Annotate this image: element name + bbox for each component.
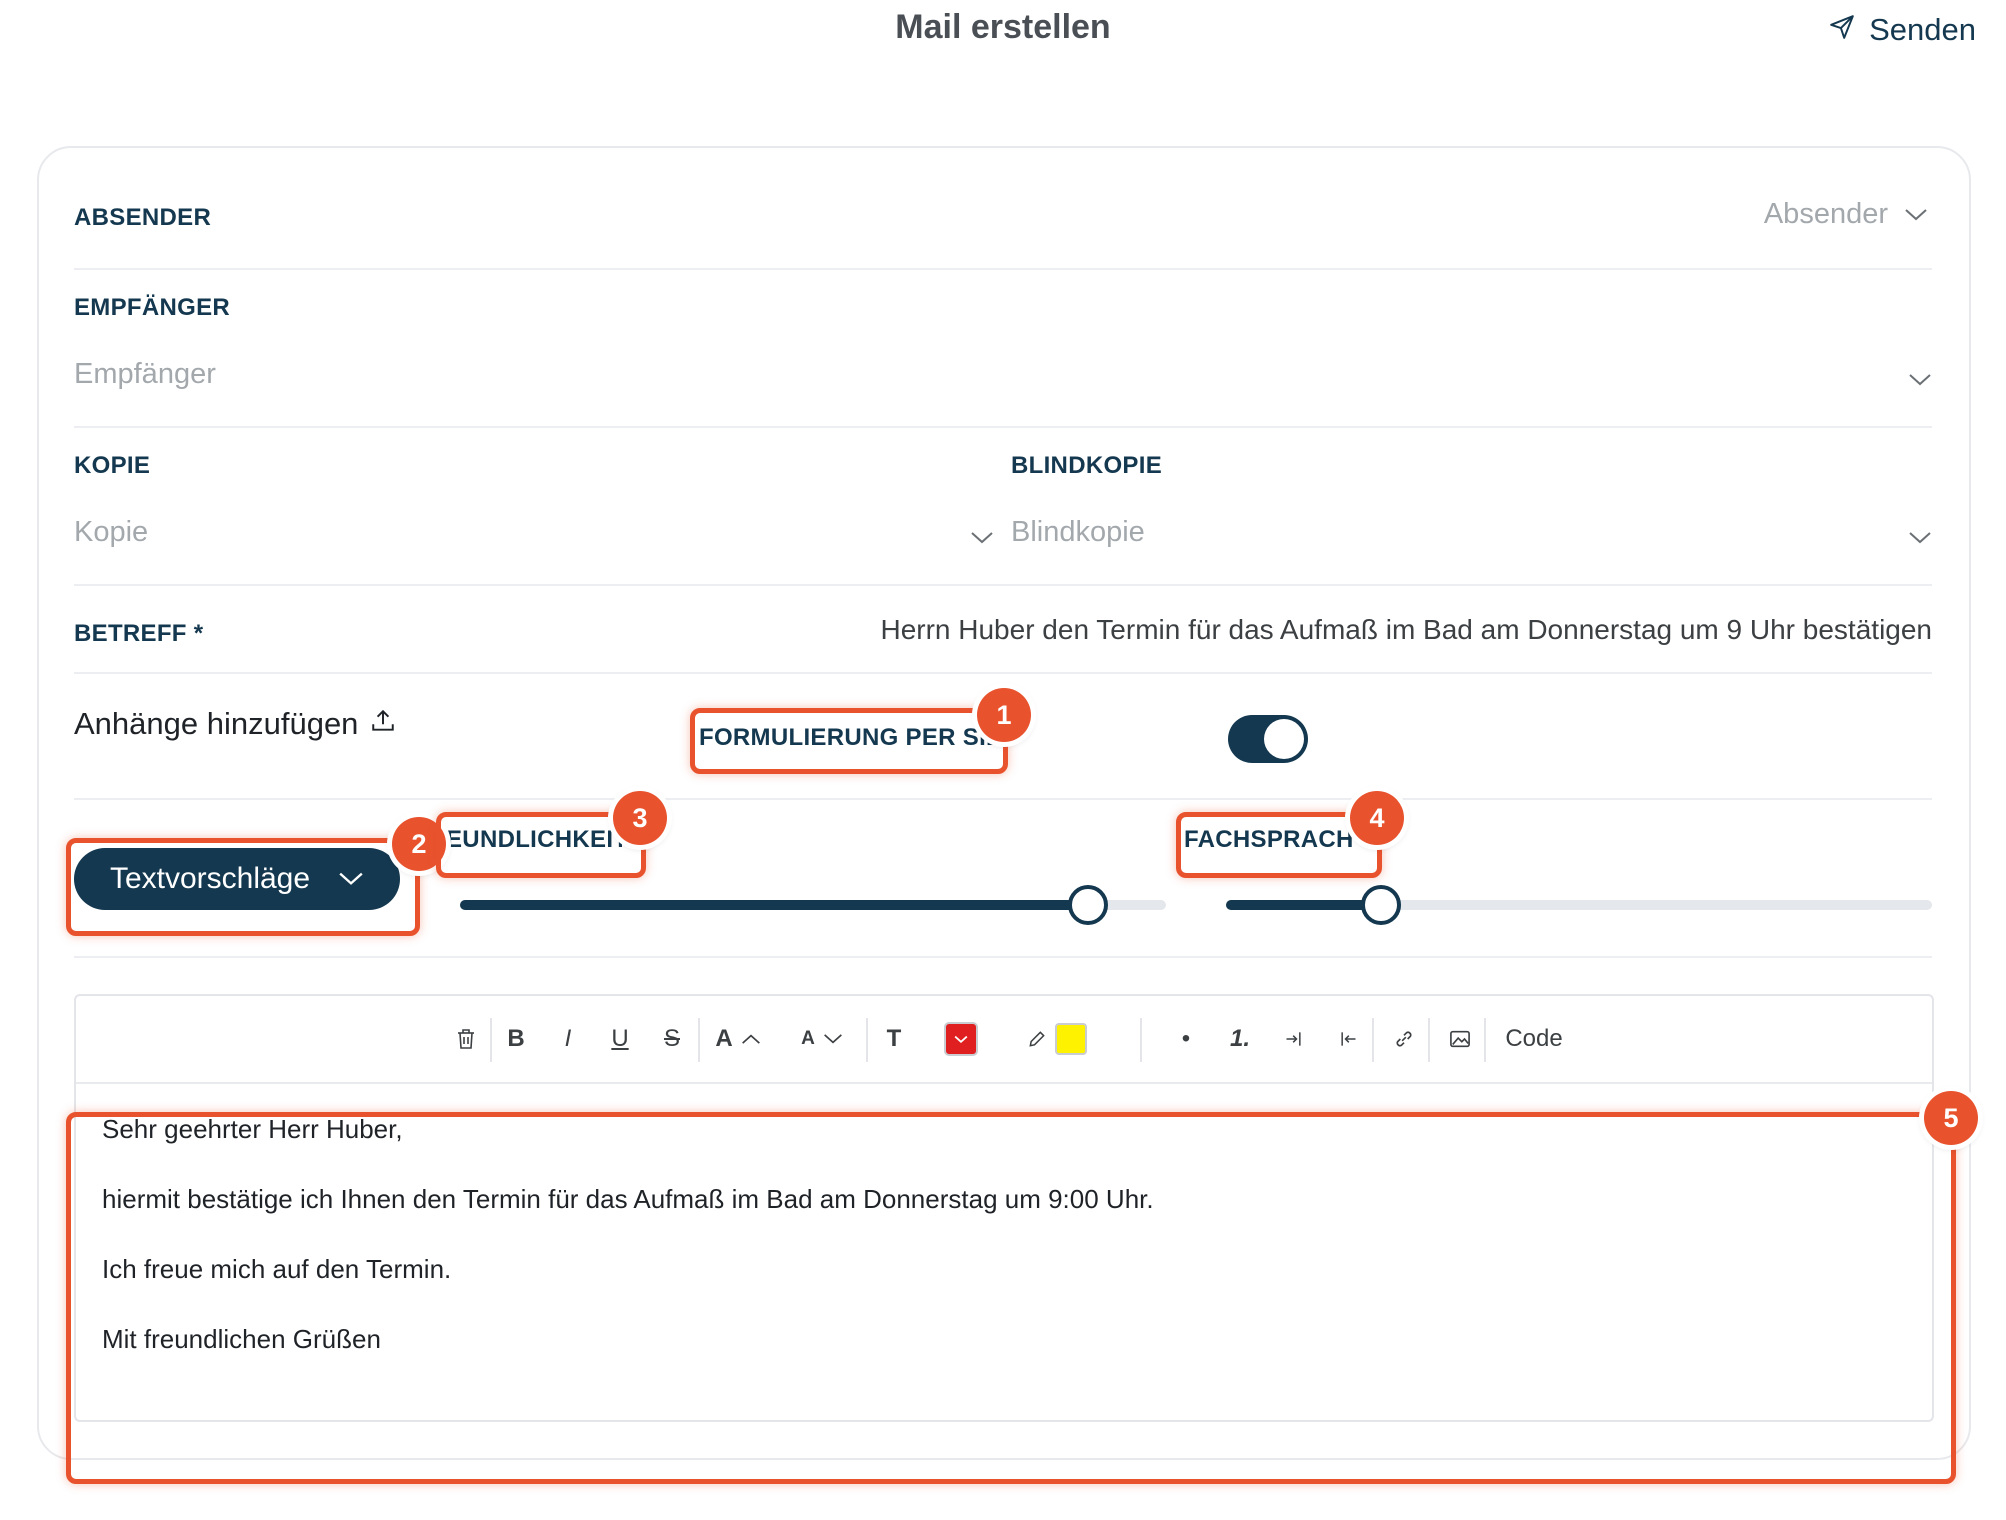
send-button[interactable]: Senden: [1829, 12, 1976, 48]
editor-toolbar: [76, 996, 1932, 1084]
bcc-placeholder: Blindkopie: [1011, 516, 1145, 548]
annotation-badge-3: 3: [613, 791, 667, 845]
annotation-badge-4: 4: [1350, 791, 1404, 845]
bcc-label: BLINDKOPIE: [1011, 452, 1163, 479]
font-size-decrease-label: A: [801, 1028, 815, 1049]
text-style-button[interactable]: T: [874, 1016, 914, 1062]
font-color-button[interactable]: [938, 1016, 984, 1062]
divider: [74, 672, 1932, 674]
upload-icon: [370, 706, 396, 742]
recipient-label: EMPFÄNGER: [74, 294, 231, 321]
pencil-icon: [1029, 1031, 1045, 1047]
cc-placeholder: Kopie: [74, 516, 149, 548]
outdent-button[interactable]: [1328, 1016, 1368, 1062]
image-button[interactable]: [1440, 1016, 1480, 1062]
slider-fill: [460, 900, 1088, 910]
slider-thumb[interactable]: [1361, 885, 1401, 925]
divider: [74, 798, 1932, 800]
annotation-box-1: [690, 708, 1008, 774]
cc-select[interactable]: Kopie: [74, 516, 994, 560]
toggle-knob: [1264, 719, 1304, 759]
indent-icon: [1286, 1032, 1301, 1046]
bullet-list-button[interactable]: •: [1166, 1016, 1206, 1062]
highlight-color-swatch: [1055, 1023, 1087, 1055]
chevron-down-icon: [1905, 208, 1927, 220]
chevron-down-icon: [971, 532, 993, 544]
chevron-down-icon: [1909, 532, 1931, 544]
font-size-increase-button[interactable]: A: [708, 1016, 768, 1062]
toolbar-separator: [698, 1018, 700, 1062]
cc-label: KOPIE: [74, 452, 151, 479]
link-icon: [1396, 1031, 1412, 1047]
subject-label: BETREFF *: [74, 620, 204, 647]
page-title: Mail erstellen: [895, 8, 1111, 46]
bcc-select[interactable]: Blindkopie: [1011, 516, 1932, 560]
annotation-box-2: [66, 838, 420, 936]
highlight-color-button[interactable]: [1016, 1016, 1098, 1062]
font-size-decrease-button[interactable]: A: [792, 1016, 852, 1062]
divider: [74, 584, 1932, 586]
chevron-down-icon: [1909, 374, 1931, 386]
toolbar-separator: [1428, 1018, 1430, 1062]
add-attachments-label: Anhänge hinzufügen: [74, 706, 359, 741]
divider: [74, 268, 1932, 270]
friendliness-slider[interactable]: [460, 885, 1166, 925]
chevron-up-icon: [741, 1034, 760, 1044]
paper-plane-icon: [1829, 12, 1855, 48]
slider-fill: [1226, 900, 1381, 910]
toolbar-separator: [1372, 1018, 1374, 1062]
numbered-list-button[interactable]: 1.: [1220, 1016, 1260, 1062]
subject-input[interactable]: Herrn Huber den Termin für das Aufmaß im…: [880, 614, 1932, 646]
font-color-swatch: [944, 1022, 978, 1056]
underline-button[interactable]: U: [600, 1016, 640, 1062]
toolbar-separator: [1484, 1018, 1486, 1062]
slider-thumb[interactable]: [1068, 885, 1108, 925]
divider: [74, 956, 1932, 958]
toolbar-separator: [490, 1018, 492, 1062]
formal-address-toggle[interactable]: [1228, 715, 1308, 763]
recipient-placeholder: Empfänger: [74, 358, 216, 390]
link-button[interactable]: [1384, 1016, 1424, 1062]
sender-select[interactable]: Absender: [1764, 198, 1928, 231]
clear-format-button[interactable]: [446, 1016, 486, 1062]
send-label: Senden: [1869, 12, 1976, 47]
code-button[interactable]: Code: [1494, 1016, 1574, 1062]
image-icon: [1450, 1030, 1470, 1048]
toolbar-separator: [866, 1018, 868, 1062]
divider: [74, 426, 1932, 428]
annotation-badge-1: 1: [977, 688, 1031, 742]
chevron-down-icon: [954, 1035, 968, 1043]
recipient-select[interactable]: Empfänger: [74, 358, 1932, 402]
technical-language-slider[interactable]: [1226, 885, 1932, 925]
annotation-box-5: [66, 1112, 1956, 1484]
annotation-badge-5: 5: [1924, 1091, 1978, 1145]
outdent-icon: [1341, 1032, 1356, 1046]
indent-button[interactable]: [1274, 1016, 1314, 1062]
toolbar-separator: [1140, 1018, 1142, 1062]
font-size-increase-label: A: [715, 1025, 733, 1052]
trash-icon: [458, 1029, 474, 1049]
bold-button[interactable]: B: [496, 1016, 536, 1062]
chevron-down-icon: [823, 1034, 842, 1044]
sender-placeholder: Absender: [1763, 198, 1888, 230]
italic-button[interactable]: I: [548, 1016, 588, 1062]
strikethrough-button[interactable]: S: [652, 1016, 692, 1062]
add-attachments-button[interactable]: Anhänge hinzufügen: [74, 706, 396, 742]
sender-label: ABSENDER: [74, 204, 212, 231]
